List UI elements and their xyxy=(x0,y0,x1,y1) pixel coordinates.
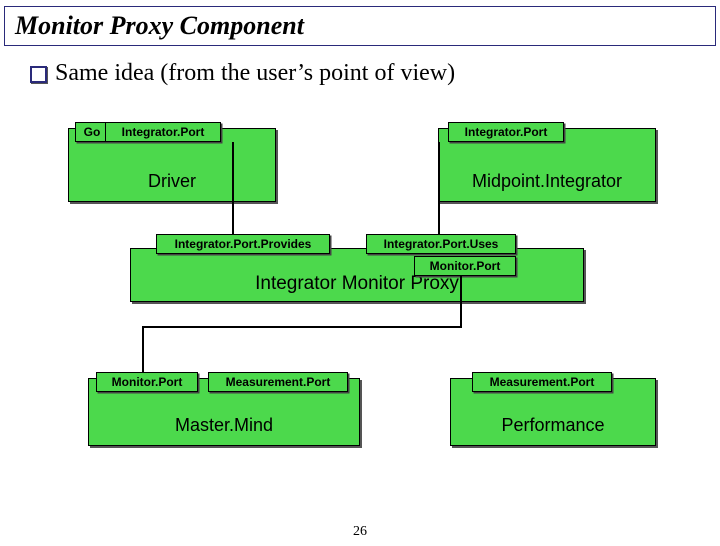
bullet-checkbox-icon xyxy=(30,66,47,83)
page-number: 26 xyxy=(0,524,720,540)
port-driver-integrator: Integrator.Port xyxy=(105,122,221,142)
port-proxy-provides: Integrator.Port.Provides xyxy=(156,234,330,254)
connector xyxy=(438,142,440,234)
comp-performance-label: Performance xyxy=(451,415,655,436)
port-proxy-monitor: Monitor.Port xyxy=(414,256,516,276)
diagram-stage: Driver Go Integrator.Port Midpoint.Integ… xyxy=(0,116,720,496)
subtitle-line: Same idea (from the user’s point of view… xyxy=(30,60,720,87)
port-mastermind-measure: Measurement.Port xyxy=(208,372,348,392)
page-title: Monitor Proxy Component xyxy=(4,6,716,46)
connector xyxy=(460,276,462,326)
port-proxy-uses: Integrator.Port.Uses xyxy=(366,234,516,254)
connector xyxy=(232,142,234,234)
port-midpoint-integrator: Integrator.Port xyxy=(448,122,564,142)
subtitle-text: Same idea (from the user’s point of view… xyxy=(55,60,455,86)
connector xyxy=(142,326,462,328)
port-driver-go: Go xyxy=(75,122,109,142)
comp-mastermind-label: Master.Mind xyxy=(89,415,359,436)
comp-midpoint-label: Midpoint.Integrator xyxy=(439,171,655,192)
comp-proxy-label: Integrator Monitor Proxy xyxy=(131,273,583,295)
port-performance-measure: Measurement.Port xyxy=(472,372,612,392)
port-mastermind-monitor: Monitor.Port xyxy=(96,372,198,392)
comp-driver-label: Driver xyxy=(69,171,275,192)
connector xyxy=(142,326,144,372)
